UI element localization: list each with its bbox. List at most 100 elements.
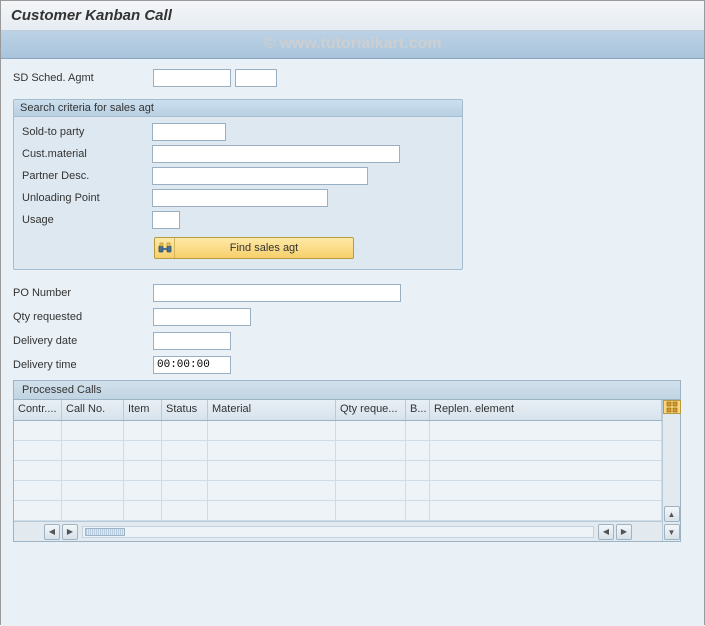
cell-material[interactable] [208, 481, 336, 500]
scroll-left-icon[interactable]: ◀ [44, 524, 60, 540]
table-body [14, 421, 662, 521]
scroll-down-icon[interactable]: ▼ [664, 524, 680, 540]
toolbar: © © www.tutorialkart.com www.tutorialkar… [1, 31, 704, 59]
cell-status[interactable] [162, 441, 208, 460]
processed-calls-table: Processed Calls Contr.... Call No. Item … [13, 380, 681, 542]
partner-desc-input[interactable] [152, 167, 368, 185]
table-row[interactable] [14, 421, 662, 441]
processed-calls-title: Processed Calls [14, 381, 680, 400]
scroll-up-icon[interactable]: ▲ [664, 506, 680, 522]
cell-replen[interactable] [430, 421, 662, 440]
cell-callno[interactable] [62, 501, 124, 520]
usage-input[interactable] [152, 211, 180, 229]
cell-replen[interactable] [430, 481, 662, 500]
table-header: Contr.... Call No. Item Status Material … [14, 400, 662, 421]
col-b[interactable]: B... [406, 400, 430, 420]
vertical-scrollbar[interactable]: ▲ ▼ [662, 400, 680, 541]
scroll-left-end-icon[interactable]: ◀ [598, 524, 614, 540]
content-area: SD Sched. Agmt Search criteria for sales… [1, 59, 704, 626]
sd-sched-agmt-label: SD Sched. Agmt [13, 72, 153, 84]
cell-callno[interactable] [62, 481, 124, 500]
watermark: © © www.tutorialkart.com www.tutorialkar… [264, 35, 442, 53]
cell-status[interactable] [162, 501, 208, 520]
cust-material-input[interactable] [152, 145, 400, 163]
col-status[interactable]: Status [162, 400, 208, 420]
cell-callno[interactable] [62, 461, 124, 480]
watermark-visible: www.tutorialkart.com [279, 35, 441, 53]
table-config-icon[interactable] [663, 400, 681, 414]
cell-item[interactable] [124, 501, 162, 520]
partner-desc-label: Partner Desc. [22, 170, 152, 182]
col-replen-element[interactable]: Replen. element [430, 400, 662, 420]
cell-qty[interactable] [336, 461, 406, 480]
horizontal-scrollbar[interactable]: ◀ ▶ ◀ ▶ [14, 521, 662, 541]
cust-material-label: Cust.material [22, 148, 152, 160]
hscroll-thumb[interactable] [85, 528, 125, 536]
cell-qty[interactable] [336, 501, 406, 520]
cell-contr[interactable] [14, 461, 62, 480]
qty-requested-input[interactable] [153, 308, 251, 326]
cell-qty[interactable] [336, 441, 406, 460]
cell-material[interactable] [208, 441, 336, 460]
delivery-date-label: Delivery date [13, 335, 153, 347]
scroll-right-step-icon[interactable]: ▶ [62, 524, 78, 540]
po-number-input[interactable] [153, 284, 401, 302]
cell-status[interactable] [162, 481, 208, 500]
cell-b[interactable] [406, 421, 430, 440]
col-qty-requested[interactable]: Qty reque... [336, 400, 406, 420]
scroll-right-end-icon[interactable]: ▶ [616, 524, 632, 540]
cell-contr[interactable] [14, 421, 62, 440]
cell-b[interactable] [406, 501, 430, 520]
col-material[interactable]: Material [208, 400, 336, 420]
cell-status[interactable] [162, 421, 208, 440]
page-title: Customer Kanban Call [1, 1, 704, 31]
find-sales-agt-label: Find sales agt [175, 242, 353, 254]
cell-qty[interactable] [336, 421, 406, 440]
cell-item[interactable] [124, 461, 162, 480]
table-row[interactable] [14, 481, 662, 501]
cell-contr[interactable] [14, 481, 62, 500]
cell-status[interactable] [162, 461, 208, 480]
cell-material[interactable] [208, 501, 336, 520]
sd-sched-agmt-input-2[interactable] [235, 69, 277, 87]
cell-callno[interactable] [62, 421, 124, 440]
col-call-no[interactable]: Call No. [62, 400, 124, 420]
cell-replen[interactable] [430, 461, 662, 480]
sold-to-party-input[interactable] [152, 123, 226, 141]
qty-requested-label: Qty requested [13, 311, 153, 323]
cell-contr[interactable] [14, 441, 62, 460]
sold-to-party-label: Sold-to party [22, 126, 152, 138]
find-sales-agt-button[interactable]: Find sales agt [154, 237, 354, 259]
sd-sched-agmt-row: SD Sched. Agmt [13, 69, 692, 87]
cell-item[interactable] [124, 441, 162, 460]
delivery-time-label: Delivery time [13, 359, 153, 371]
hscroll-track[interactable] [82, 526, 594, 538]
cell-callno[interactable] [62, 441, 124, 460]
cell-b[interactable] [406, 481, 430, 500]
sd-sched-agmt-input-1[interactable] [153, 69, 231, 87]
cell-material[interactable] [208, 461, 336, 480]
unloading-point-input[interactable] [152, 189, 328, 207]
delivery-date-input[interactable] [153, 332, 231, 350]
table-row[interactable] [14, 441, 662, 461]
cell-item[interactable] [124, 421, 162, 440]
search-criteria-title: Search criteria for sales agt [14, 100, 462, 117]
table-row[interactable] [14, 461, 662, 481]
usage-label: Usage [22, 214, 152, 226]
binoculars-icon [155, 238, 175, 258]
cell-qty[interactable] [336, 481, 406, 500]
col-contr[interactable]: Contr.... [14, 400, 62, 420]
unloading-point-label: Unloading Point [22, 192, 152, 204]
cell-material[interactable] [208, 421, 336, 440]
delivery-time-input[interactable] [153, 356, 231, 374]
table-row[interactable] [14, 501, 662, 521]
search-criteria-group: Search criteria for sales agt Sold-to pa… [13, 99, 463, 270]
cell-b[interactable] [406, 441, 430, 460]
cell-item[interactable] [124, 481, 162, 500]
cell-b[interactable] [406, 461, 430, 480]
copyright-icon: © [264, 35, 276, 53]
cell-replen[interactable] [430, 501, 662, 520]
col-item[interactable]: Item [124, 400, 162, 420]
cell-replen[interactable] [430, 441, 662, 460]
cell-contr[interactable] [14, 501, 62, 520]
